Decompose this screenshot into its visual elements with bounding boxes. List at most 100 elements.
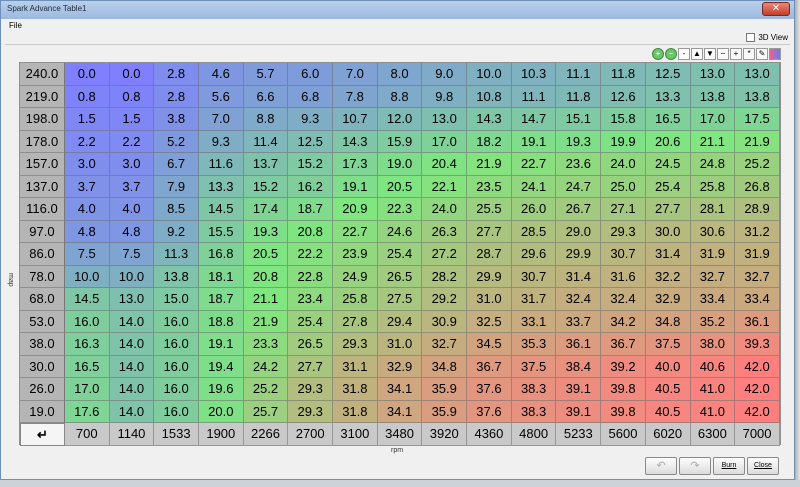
table-cell[interactable]: 17.0 [422,130,468,153]
x-bin-cell[interactable]: 7000 [735,423,780,446]
table-cell[interactable]: 20.4 [422,153,468,176]
table-cell[interactable]: 37.5 [645,333,691,356]
table-cell[interactable]: 29.2 [422,288,468,311]
table-cell[interactable]: 25.0 [601,175,646,198]
table-cell[interactable]: 27.7 [288,355,334,378]
burn-button[interactable]: Burn [713,457,745,475]
table-cell[interactable]: 9.2 [154,220,199,243]
table-cell[interactable]: 7.0 [333,63,378,86]
table-cell[interactable]: 39.3 [735,333,780,356]
table-cell[interactable]: 20.5 [243,243,289,266]
table-cell[interactable]: 9.8 [422,85,468,108]
table-cell[interactable]: 13.0 [690,63,736,86]
table-cell[interactable]: 34.8 [645,310,691,333]
table-cell[interactable]: 2.2 [64,130,110,153]
x-bin-cell[interactable]: 6300 [690,423,736,446]
table-cell[interactable]: 25.2 [243,378,289,401]
table-cell[interactable]: 13.8 [154,265,199,288]
table-cell[interactable]: 10.0 [64,265,110,288]
table-cell[interactable]: 6.7 [154,153,199,176]
table-cell[interactable]: 16.0 [154,400,199,423]
table-cell[interactable]: 8.8 [377,85,423,108]
table-cell[interactable]: 34.8 [422,355,468,378]
table-cell[interactable]: 22.1 [422,175,468,198]
table-cell[interactable]: 22.3 [377,198,423,221]
table-cell[interactable]: 31.1 [333,355,378,378]
table-cell[interactable]: 15.9 [377,130,423,153]
table-cell[interactable]: 10.3 [511,63,557,86]
table-cell[interactable]: 19.1 [333,175,378,198]
table-cell[interactable]: 3.8 [154,108,199,131]
table-cell[interactable]: 5.6 [198,85,244,108]
table-cell[interactable]: 21.1 [690,130,736,153]
table-cell[interactable]: 27.7 [467,220,512,243]
table-cell[interactable]: 24.2 [243,355,289,378]
menu-file[interactable]: File [9,21,22,30]
table-cell[interactable]: 27.1 [601,198,646,221]
table-cell[interactable]: 4.0 [64,198,110,221]
table-cell[interactable]: 27.2 [422,243,468,266]
table-cell[interactable]: 18.2 [467,130,512,153]
table-cell[interactable]: 14.7 [511,108,557,131]
x-bin-cell[interactable]: 3480 [377,423,423,446]
table-cell[interactable]: 10.0 [109,265,155,288]
table-cell[interactable]: 15.0 [154,288,199,311]
table-cell[interactable]: 31.9 [690,243,736,266]
table-cell[interactable]: 12.0 [377,108,423,131]
table-cell[interactable]: 25.4 [645,175,691,198]
table-cell[interactable]: 4.0 [109,198,155,221]
table-cell[interactable]: 23.5 [467,175,512,198]
x-bin-cell[interactable]: 1140 [109,423,155,446]
table-cell[interactable]: 16.8 [198,243,244,266]
table-cell[interactable]: 32.9 [645,288,691,311]
table-cell[interactable]: 34.5 [467,333,512,356]
table-cell[interactable]: 31.8 [333,378,378,401]
table-cell[interactable]: 12.5 [288,130,334,153]
table-cell[interactable]: 1.5 [109,108,155,131]
table-cell[interactable]: 32.7 [422,333,468,356]
table-cell[interactable]: 37.6 [467,400,512,423]
table-cell[interactable]: 31.8 [333,400,378,423]
x-bin-cell[interactable]: 3920 [422,423,468,446]
table-cell[interactable]: 36.1 [556,333,602,356]
table-cell[interactable]: 41.0 [690,400,736,423]
table-cell[interactable]: 14.0 [109,355,155,378]
table-cell[interactable]: 17.4 [243,198,289,221]
table-cell[interactable]: 9.3 [288,108,334,131]
table-cell[interactable]: 16.5 [64,355,110,378]
x-bin-cell[interactable]: 3100 [333,423,378,446]
table-cell[interactable]: 30.7 [511,265,557,288]
table-cell[interactable]: 28.1 [690,198,736,221]
table-cell[interactable]: 17.0 [64,378,110,401]
table-cell[interactable]: 19.1 [198,333,244,356]
table-cell[interactable]: 10.7 [333,108,378,131]
table-cell[interactable]: 11.4 [243,130,289,153]
table-cell[interactable]: 22.8 [288,265,334,288]
table-cell[interactable]: 14.5 [198,198,244,221]
x-bin-cell[interactable]: 4800 [511,423,557,446]
table-cell[interactable]: 37.6 [467,378,512,401]
table-cell[interactable]: 14.0 [109,400,155,423]
table-cell[interactable]: 25.5 [467,198,512,221]
table-cell[interactable]: 3.7 [64,175,110,198]
table-cell[interactable]: 36.7 [601,333,646,356]
table-cell[interactable]: 29.3 [288,378,334,401]
table-cell[interactable]: 13.7 [243,153,289,176]
table-cell[interactable]: 29.9 [467,265,512,288]
view-3d-checkbox[interactable] [746,33,756,42]
table-cell[interactable]: 42.0 [735,400,780,423]
table-cell[interactable]: 31.4 [645,243,691,266]
table-cell[interactable]: 7.5 [109,243,155,266]
y-bin-cell[interactable]: 137.0 [20,175,65,198]
table-cell[interactable]: 15.5 [198,220,244,243]
table-cell[interactable]: 9.0 [422,63,468,86]
up-arrow-icon[interactable]: ▲ [691,48,703,60]
table-cell[interactable]: 42.0 [735,355,780,378]
table-cell[interactable]: 35.3 [511,333,557,356]
table-cell[interactable]: 3.7 [109,175,155,198]
redo-button[interactable]: ↷ [679,457,711,475]
table-cell[interactable]: 28.7 [467,243,512,266]
view-3d-toggle[interactable]: 3D View [746,33,788,42]
close-button[interactable]: Close [747,457,779,475]
table-cell[interactable]: 35.9 [422,378,468,401]
